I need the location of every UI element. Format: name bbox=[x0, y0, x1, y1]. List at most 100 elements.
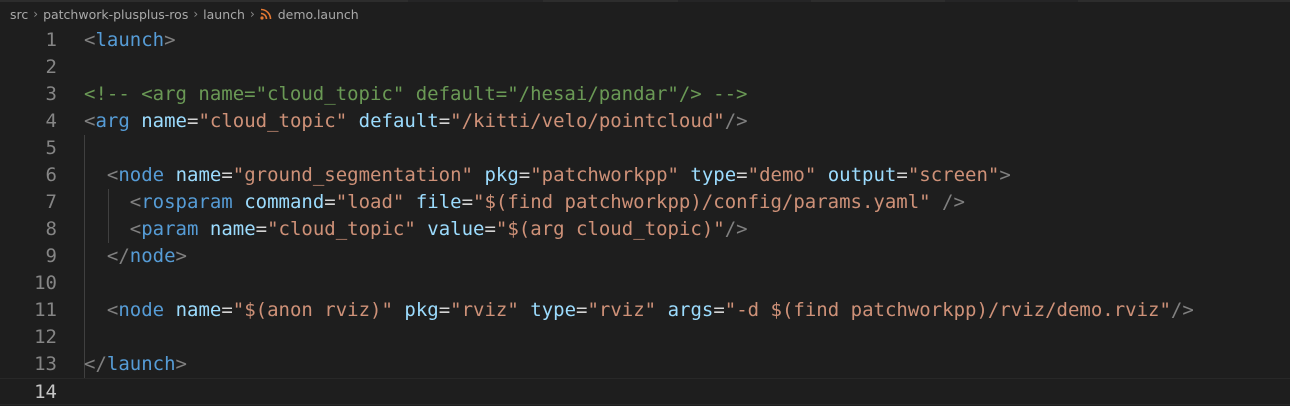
code-line[interactable]: 10 bbox=[0, 270, 1290, 297]
bracket-token: > bbox=[175, 353, 187, 375]
bracket-token: < bbox=[106, 164, 119, 186]
line-number: 9 bbox=[45, 245, 57, 267]
chevron-right-icon: › bbox=[33, 7, 39, 21]
chevron-right-icon: › bbox=[249, 7, 255, 21]
code-line[interactable]: 12 bbox=[0, 324, 1290, 351]
string-token: "load" bbox=[335, 191, 405, 213]
tag-name-token: node bbox=[118, 164, 165, 186]
equals-token: = bbox=[484, 218, 496, 240]
line-number: 3 bbox=[45, 83, 57, 105]
bracket-token: > bbox=[175, 245, 187, 267]
string-token: "/kitti/velo/pointcloud" bbox=[450, 110, 725, 132]
code-line[interactable]: 14 bbox=[0, 378, 1290, 405]
code-line[interactable]: 1 <launch> bbox=[0, 27, 1290, 54]
equals-token: = bbox=[221, 299, 233, 321]
code-line[interactable]: 9 </node> bbox=[0, 243, 1290, 270]
bracket-token: < bbox=[106, 299, 119, 321]
code-line[interactable]: 8 <param name="cloud_topic" value="$(arg… bbox=[0, 216, 1290, 243]
bracket-token: < bbox=[84, 29, 96, 51]
line-content: <launch> bbox=[84, 27, 176, 54]
tag-name-token: arg bbox=[95, 110, 130, 132]
attribute-name-token: args bbox=[667, 299, 714, 321]
equals-token: = bbox=[438, 110, 451, 132]
breadcrumb-item-src[interactable]: src bbox=[10, 7, 28, 22]
attribute-name-token: name bbox=[141, 110, 187, 132]
bracket-token: </ bbox=[106, 245, 130, 267]
bracket-token: /> bbox=[1170, 299, 1194, 321]
string-token: "rviz" bbox=[587, 299, 657, 321]
attribute-name-token: command bbox=[244, 191, 325, 213]
equals-token: = bbox=[576, 299, 588, 321]
tag-name-token: node bbox=[129, 245, 176, 267]
breadcrumb-file-label: demo.launch bbox=[277, 6, 359, 22]
bracket-token: < bbox=[129, 191, 142, 213]
string-token: "cloud_topic" bbox=[267, 218, 416, 240]
line-content: <!-- <arg name="cloud_topic" default="/h… bbox=[84, 81, 747, 108]
attribute-name-token: default bbox=[358, 110, 439, 132]
breadcrumb-item-repo[interactable]: patchwork-plusplus-ros bbox=[43, 7, 188, 22]
line-content: <param name="cloud_topic" value="$(arg c… bbox=[84, 216, 748, 243]
line-number: 10 bbox=[34, 272, 57, 294]
code-editor[interactable]: 1 <launch> 2 3 <!-- <arg name="cloud_topic" … bbox=[0, 24, 1290, 405]
rss-icon bbox=[260, 8, 272, 20]
bracket-token: > bbox=[164, 29, 176, 51]
tag-name-token: rosparam bbox=[141, 191, 233, 213]
line-content: </node> bbox=[84, 243, 187, 270]
line-number: 12 bbox=[34, 326, 57, 348]
attribute-name-token: pkg bbox=[404, 299, 439, 321]
code-line[interactable]: 7 <rosparam command="load" file="$(find … bbox=[0, 189, 1290, 216]
attribute-name-token: pkg bbox=[484, 164, 519, 186]
equals-token: = bbox=[518, 164, 531, 186]
code-line[interactable]: 5 bbox=[0, 135, 1290, 162]
equals-token: = bbox=[736, 164, 748, 186]
line-number: 11 bbox=[34, 299, 57, 321]
line-number: 6 bbox=[45, 164, 57, 186]
code-line[interactable]: 11 <node name="$(anon rviz)" pkg="rviz" … bbox=[0, 297, 1290, 324]
tag-name-token: param bbox=[141, 218, 199, 240]
code-line[interactable]: 6 <node name="ground_segmentation" pkg="… bbox=[0, 162, 1290, 189]
string-token: "patchworkpp" bbox=[530, 164, 679, 186]
code-line[interactable]: 4 <arg name="cloud_topic" default="/kitti… bbox=[0, 108, 1290, 135]
string-token: "$(find patchworkpp)/config/params.yaml" bbox=[473, 191, 931, 213]
line-number: 4 bbox=[45, 110, 57, 132]
bracket-token: > bbox=[999, 164, 1011, 186]
line-content: <node name="$(anon rviz)" pkg="rviz" typ… bbox=[84, 297, 1194, 324]
code-line[interactable]: 3 <!-- <arg name="cloud_topic" default="/… bbox=[0, 81, 1290, 108]
string-token: "screen" bbox=[907, 164, 1000, 186]
breadcrumb-item-file[interactable]: demo.launch bbox=[260, 7, 359, 22]
line-number: 1 bbox=[45, 29, 57, 51]
code-line[interactable]: 2 bbox=[0, 54, 1290, 81]
line-content: </launch> bbox=[84, 351, 187, 378]
string-token: "-d $(find patchworkpp)/rviz/demo.rviz" bbox=[724, 299, 1171, 321]
bracket-token: /> bbox=[724, 110, 748, 132]
code-line[interactable]: 13 </launch> bbox=[0, 351, 1290, 378]
attribute-name-token: type bbox=[530, 299, 577, 321]
line-number: 14 bbox=[34, 381, 57, 403]
line-number: 13 bbox=[34, 353, 57, 375]
attribute-name-token: value bbox=[427, 218, 485, 240]
tag-name-token: launch bbox=[106, 353, 176, 375]
string-token: "$(anon rviz)" bbox=[232, 299, 393, 321]
chevron-right-icon: › bbox=[193, 7, 199, 21]
breadcrumb-item-launch[interactable]: launch bbox=[203, 7, 245, 22]
string-token: "$(arg cloud_topic)" bbox=[495, 218, 725, 240]
equals-token: = bbox=[438, 299, 451, 321]
bracket-token: /> bbox=[942, 191, 965, 213]
line-number: 7 bbox=[45, 191, 57, 213]
line-content: <rosparam command="load" file="$(find pa… bbox=[84, 189, 965, 216]
line-content: <node name="ground_segmentation" pkg="pa… bbox=[84, 162, 1011, 189]
